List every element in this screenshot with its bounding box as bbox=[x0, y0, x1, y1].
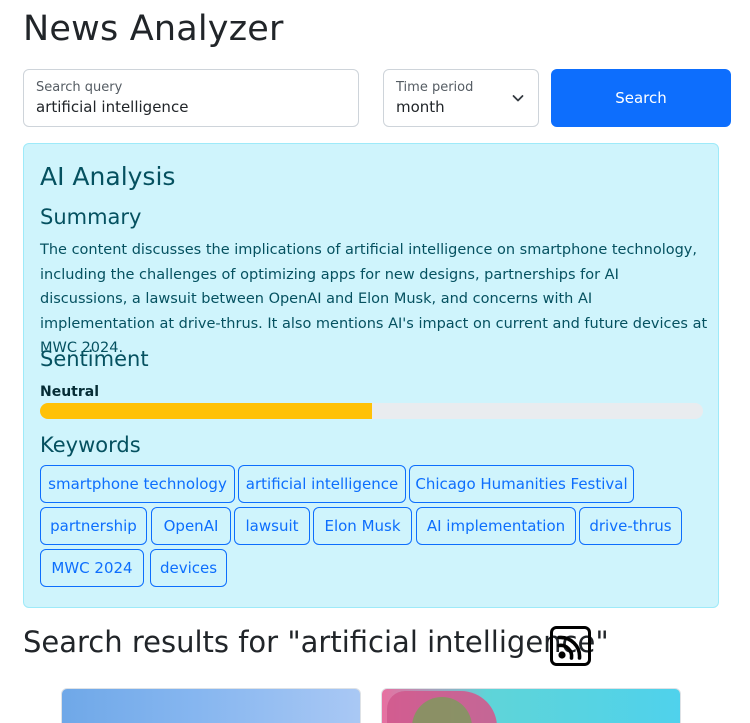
search-query-field[interactable]: Search query bbox=[23, 69, 359, 127]
app-title: News Analyzer bbox=[23, 9, 284, 49]
keyword-button[interactable]: lawsuit bbox=[234, 507, 310, 545]
keyword-button[interactable]: MWC 2024 bbox=[40, 549, 144, 587]
time-period-label: Time period bbox=[396, 80, 474, 95]
rss-icon[interactable] bbox=[550, 626, 591, 666]
summary-text: The content discusses the implications o… bbox=[40, 242, 708, 356]
search-query-label: Search query bbox=[36, 80, 123, 95]
keyword-button[interactable]: drive-thrus bbox=[579, 507, 682, 545]
keyword-button[interactable]: smartphone technology bbox=[40, 465, 235, 503]
keyword-button[interactable]: devices bbox=[150, 549, 227, 587]
keywords-heading: Keywords bbox=[40, 433, 141, 457]
result-card-image[interactable] bbox=[61, 688, 361, 723]
keyword-button[interactable]: Elon Musk bbox=[313, 507, 412, 545]
keyword-button[interactable]: artificial intelligence bbox=[238, 465, 406, 503]
keyword-button[interactable]: Chicago Humanities Festival bbox=[409, 465, 634, 503]
summary-heading: Summary bbox=[40, 205, 142, 229]
sentiment-heading: Sentiment bbox=[40, 347, 149, 371]
keyword-button[interactable]: partnership bbox=[40, 507, 147, 545]
analysis-title: AI Analysis bbox=[40, 162, 176, 191]
search-results-title: Search results for "artificial intellige… bbox=[23, 625, 609, 659]
sentiment-label: Neutral bbox=[40, 384, 100, 400]
search-button[interactable]: Search bbox=[551, 69, 731, 127]
sentiment-progress bbox=[40, 403, 703, 419]
keyword-button[interactable]: AI implementation bbox=[416, 507, 576, 545]
search-query-input[interactable] bbox=[36, 98, 336, 116]
sentiment-progress-fill bbox=[40, 403, 372, 419]
time-period-select[interactable]: Time period month bbox=[383, 69, 539, 127]
keyword-button[interactable]: OpenAI bbox=[151, 507, 231, 545]
result-card-image[interactable] bbox=[381, 688, 681, 723]
chevron-down-icon bbox=[512, 95, 524, 102]
ai-analysis-panel: AI Analysis Summary The content discusse… bbox=[23, 143, 719, 608]
